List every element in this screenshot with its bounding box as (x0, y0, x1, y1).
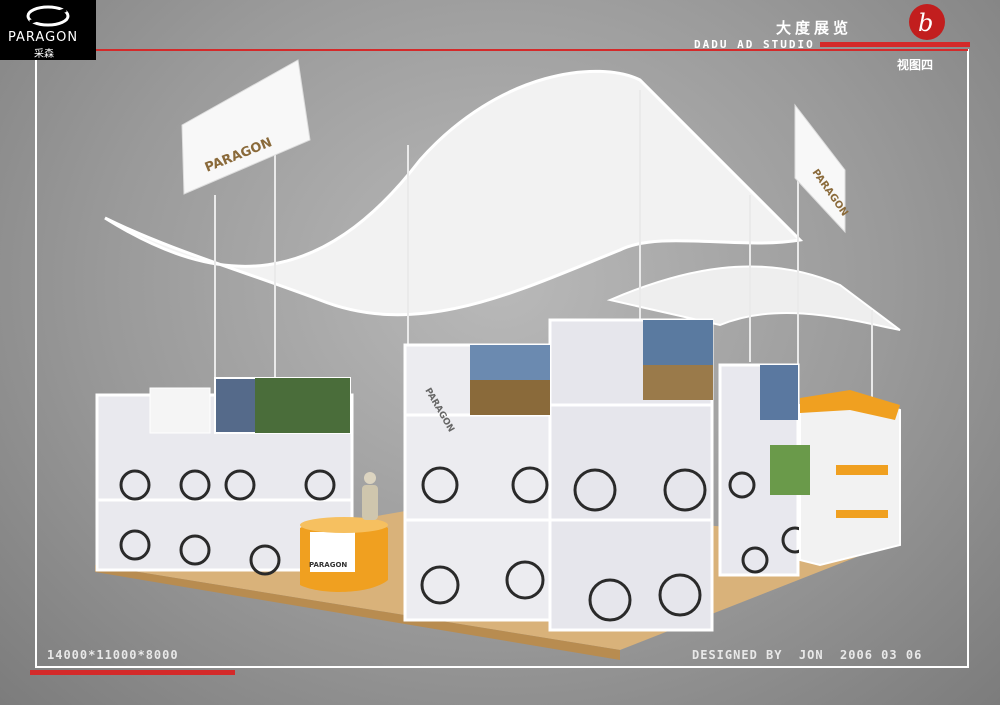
mannequin (362, 472, 378, 520)
brand-logo-box: PARAGON 采森 (0, 0, 96, 60)
paragon-logo-icon (26, 5, 70, 27)
booth-dimensions: 14000*11000*8000 (47, 648, 179, 662)
brand-logo-cn-text: 采森 (34, 49, 54, 60)
booth-render: b PARAGON PARAGON PARAGON PARAGON (30, 4, 970, 675)
studio-name-en: DADU AD STUDIO (694, 38, 815, 51)
left-hanging-banner (181, 59, 311, 195)
brand-logo-text: PARAGON (8, 30, 79, 45)
studio-logo-letter: b (918, 9, 933, 37)
bottom-red-bar (30, 670, 235, 675)
reception-desk-text: PARAGON (309, 561, 347, 569)
reception-desk (300, 517, 388, 592)
designer-credit: DESIGNED BY JON 2006 03 06 (692, 648, 923, 662)
studio-name-cn: 大度展览 (776, 19, 853, 37)
top-red-bar (820, 42, 970, 47)
view-label: 视图四 (897, 58, 934, 72)
